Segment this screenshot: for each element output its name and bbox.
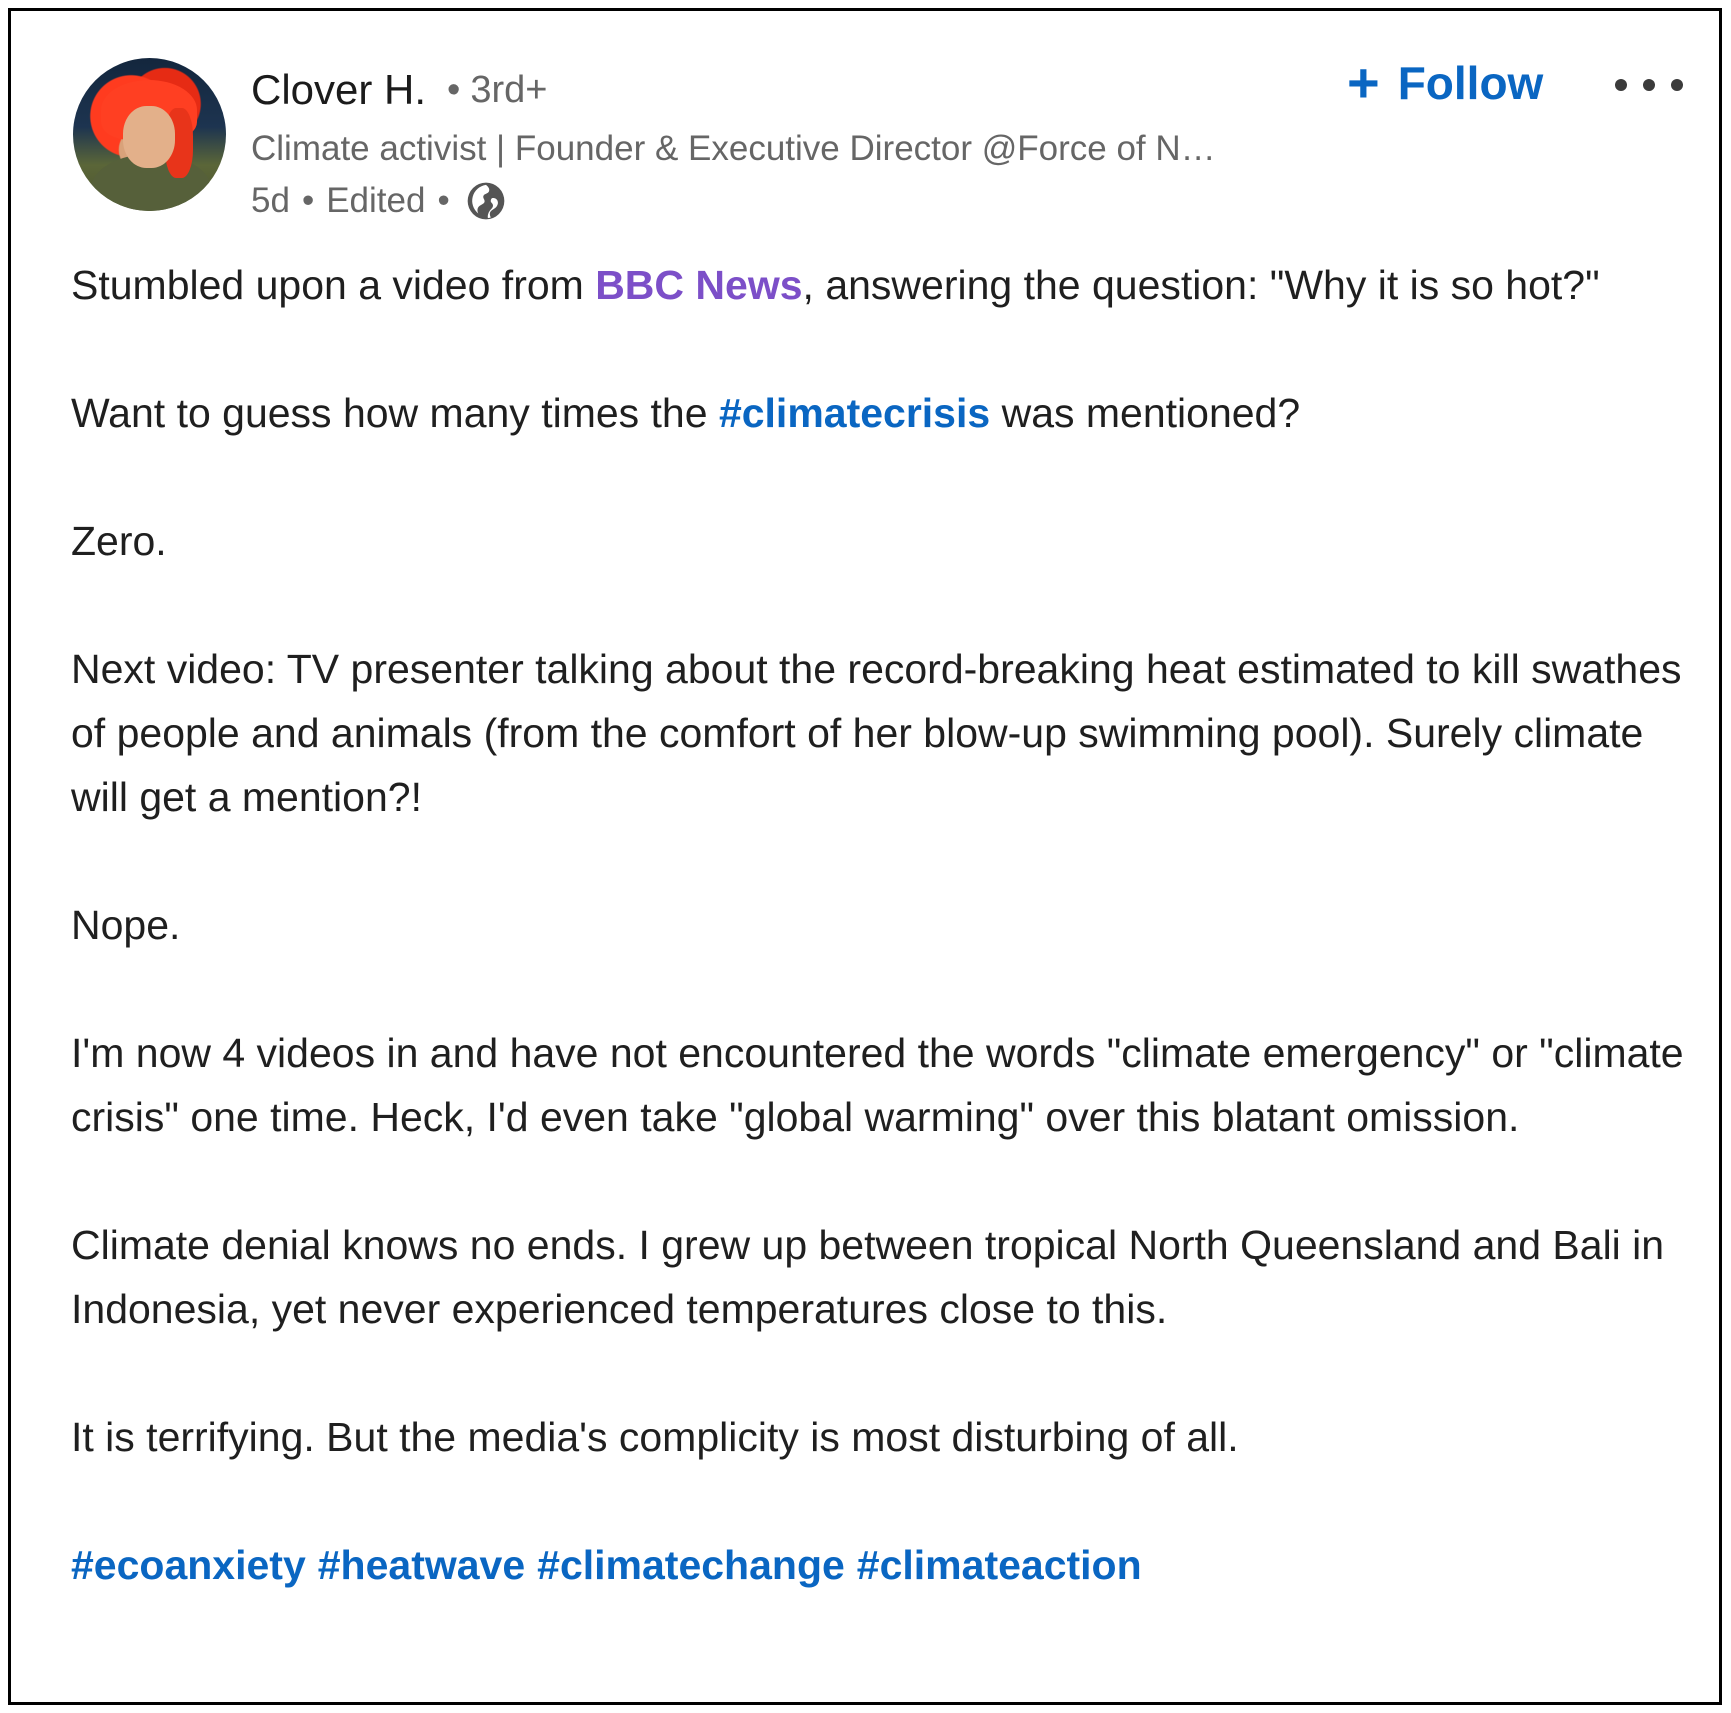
post-paragraph: Nope. (71, 902, 181, 948)
hashtag-ecoanxiety[interactable]: #ecoanxiety (71, 1542, 306, 1588)
hashtag-list: #ecoanxiety #heatwave #climatechange #clima… (71, 1533, 1691, 1597)
more-horizontal-icon-dot (1643, 79, 1655, 91)
post-card: Clover H. • 3rd+ Climate activist | Found… (8, 8, 1722, 1705)
follow-button[interactable]: + Follow (1347, 55, 1543, 111)
follow-label: Follow (1397, 57, 1544, 109)
author-headline: Climate activist | Founder & Executive D… (251, 129, 1216, 168)
connection-degree-label: 3rd+ (470, 69, 548, 111)
post-paragraph: Stumbled upon a video from BBC News, ans… (71, 253, 1691, 317)
post-paragraph: Want to guess how many times the #climat… (71, 381, 1691, 445)
post-text: Stumbled upon a video from (71, 262, 596, 308)
avatar-face-shape (123, 106, 175, 168)
plus-icon: + (1347, 51, 1380, 114)
edited-label: Edited (326, 181, 426, 220)
hashtag-climateaction[interactable]: #climateaction (857, 1542, 1142, 1588)
post-meta: 5d • Edited • (251, 179, 508, 223)
separator-dot: • (301, 181, 315, 220)
post-paragraph: I'm now 4 videos in and have not encount… (71, 1030, 1684, 1140)
author-name[interactable]: Clover H. (251, 66, 426, 114)
hashtag-heatwave[interactable]: #heatwave (318, 1542, 525, 1588)
author-avatar[interactable] (73, 58, 226, 211)
separator-dot: • (447, 69, 461, 111)
post-text: , answering the question: "Why it is so … (802, 262, 1600, 308)
post-body: Stumbled upon a video from BBC News, ans… (71, 253, 1691, 1597)
post-paragraph: Zero. (71, 518, 167, 564)
hashtag-climatecrisis[interactable]: #climatecrisis (719, 390, 990, 436)
connection-degree: • 3rd+ (447, 69, 547, 112)
post-paragraph: Climate denial knows no ends. I grew up … (71, 1222, 1665, 1332)
separator-dot: • (437, 181, 450, 220)
post-text: Want to guess how many times the (71, 390, 719, 436)
post-time: 5d (251, 181, 290, 220)
more-horizontal-icon-dot (1671, 79, 1683, 91)
globe-icon (467, 182, 505, 220)
hashtag-climatechange[interactable]: #climatechange (537, 1542, 845, 1588)
post-paragraph: It is terrifying. But the media's compli… (71, 1414, 1239, 1460)
bbc-news-link[interactable]: BBC News (595, 262, 802, 308)
more-horizontal-icon-dot (1615, 79, 1627, 91)
post-text: was mentioned? (990, 390, 1301, 436)
post-paragraph: Next video: TV presenter talking about t… (71, 646, 1682, 820)
more-options-button[interactable] (1615, 75, 1683, 95)
